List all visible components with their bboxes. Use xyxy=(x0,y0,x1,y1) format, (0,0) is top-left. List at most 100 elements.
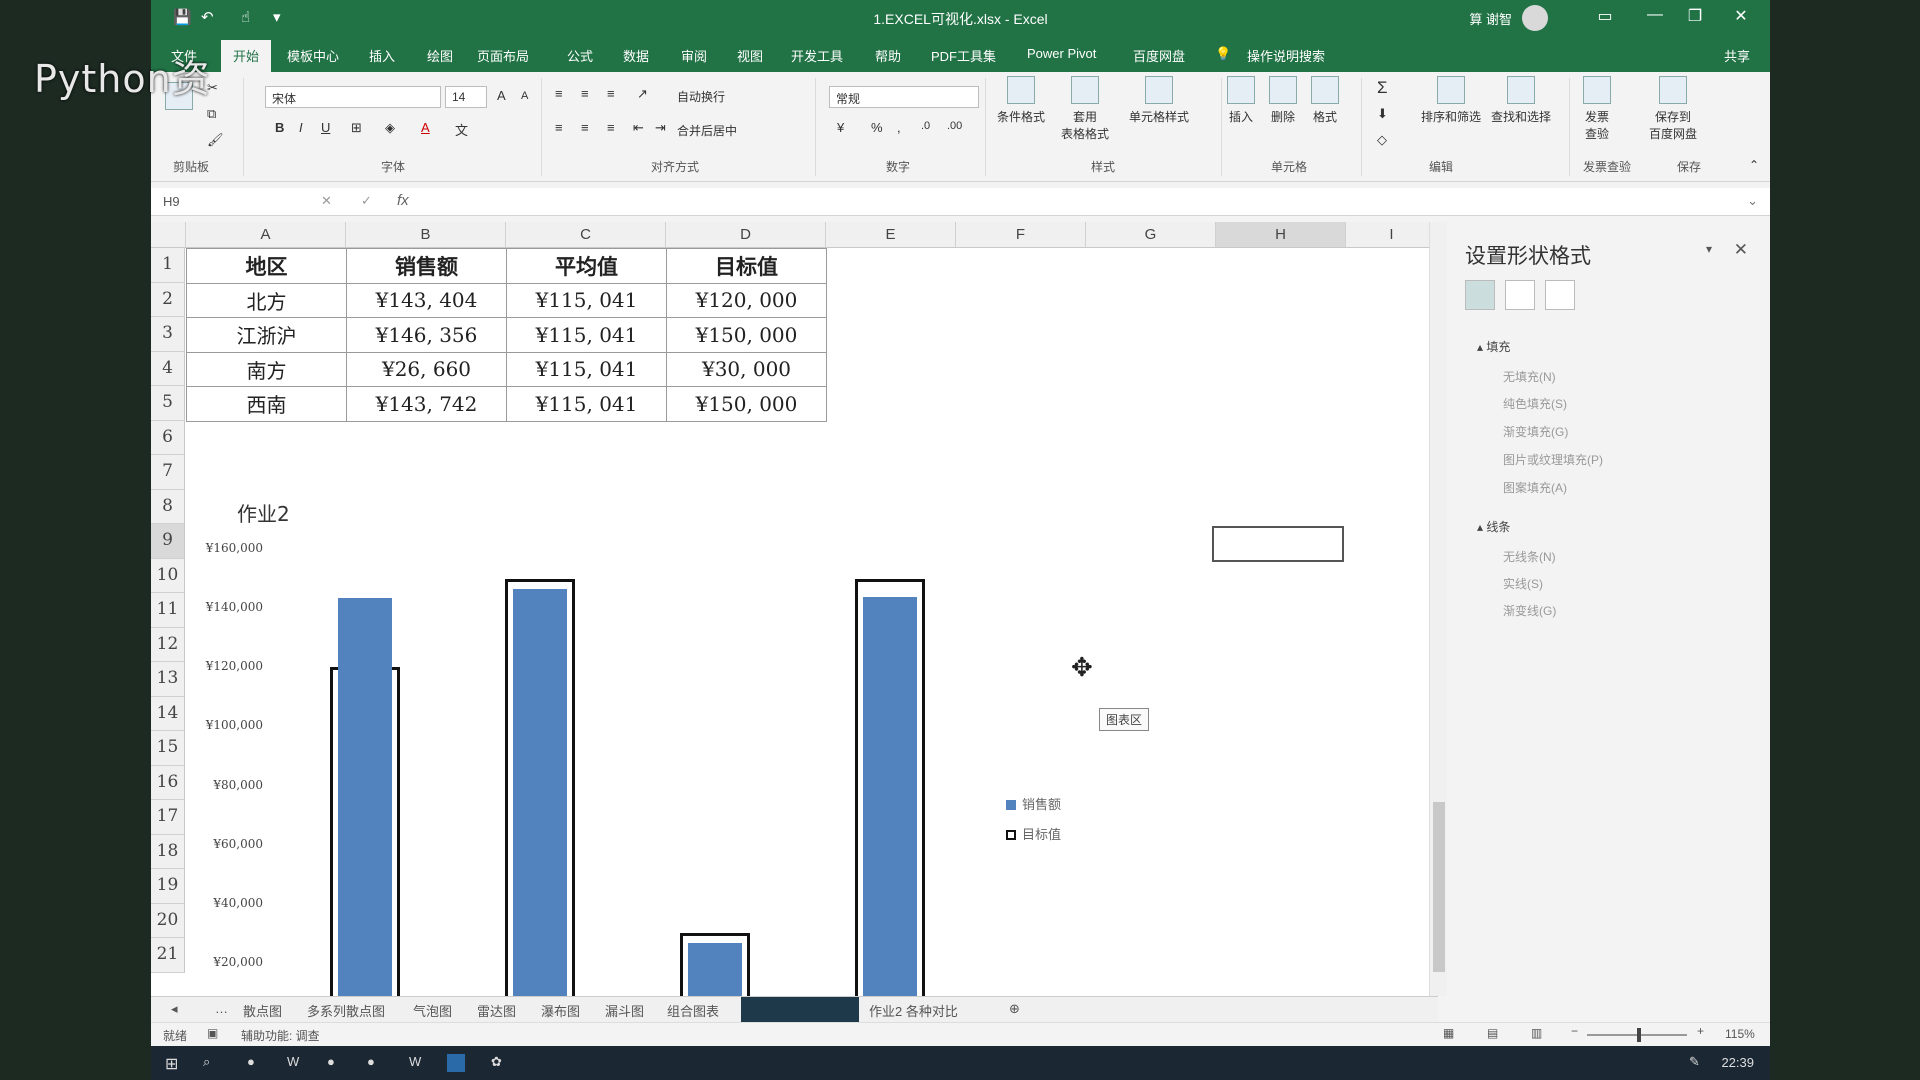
table-cell[interactable]: ¥150, 000 xyxy=(666,317,827,353)
taskbar-excel-icon[interactable] xyxy=(447,1054,465,1072)
size-properties-icon[interactable] xyxy=(1545,280,1575,310)
line-option[interactable]: 无线条(N) xyxy=(1503,548,1556,565)
increase-decimal-icon[interactable]: .0 xyxy=(921,120,930,132)
copy-icon[interactable]: ⧉ xyxy=(207,106,216,122)
normal-view-icon[interactable]: ▦ xyxy=(1443,1026,1454,1040)
table-format-button[interactable]: 套用 表格格式 xyxy=(1061,76,1109,142)
taskbar-app-icon[interactable]: W xyxy=(287,1054,305,1072)
vertical-scrollbar[interactable] xyxy=(1429,222,1447,996)
shrink-font-icon[interactable]: A xyxy=(521,90,528,102)
row-header[interactable]: 14 xyxy=(151,696,185,731)
add-sheet-icon[interactable]: ⊕ xyxy=(1009,1001,1020,1017)
taskbar-app-icon[interactable]: ● xyxy=(247,1054,265,1072)
line-option[interactable]: 渐变线(G) xyxy=(1503,602,1556,619)
row-header[interactable]: 15 xyxy=(151,731,185,766)
row-header[interactable]: 9 xyxy=(151,524,185,559)
legend-item-target[interactable]: 目标值 xyxy=(1006,824,1061,843)
grow-font-icon[interactable]: A xyxy=(497,88,506,103)
row-header[interactable]: 2 xyxy=(151,282,185,317)
scroll-thumb[interactable] xyxy=(1433,802,1445,972)
table-cell[interactable]: 南方 xyxy=(186,351,347,387)
taskbar-app-icon[interactable]: ✿ xyxy=(491,1054,509,1072)
section-fill[interactable]: ▴ 填充 xyxy=(1477,338,1510,355)
cell-style-button[interactable]: 单元格样式 xyxy=(1129,76,1189,125)
row-header[interactable]: 11 xyxy=(151,593,185,628)
collapse-ribbon-icon[interactable]: ⌃ xyxy=(1749,158,1759,172)
column-header-a[interactable]: A xyxy=(186,222,346,248)
table-header-cell[interactable]: 地区 xyxy=(186,248,347,284)
bold-button[interactable]: B xyxy=(275,120,284,135)
macro-record-icon[interactable]: ▣ xyxy=(207,1026,218,1040)
decrease-decimal-icon[interactable]: .00 xyxy=(947,120,962,132)
row-header[interactable]: 7 xyxy=(151,455,185,490)
row-header[interactable]: 12 xyxy=(151,627,185,662)
number-format-select[interactable]: 常规 xyxy=(829,86,979,108)
fill-option[interactable]: 纯色填充(S) xyxy=(1503,395,1567,412)
sheet-tab[interactable]: 瀑布图 xyxy=(541,1001,580,1020)
select-all-corner[interactable] xyxy=(151,222,186,248)
zoom-slider-thumb[interactable] xyxy=(1637,1028,1641,1042)
table-cell[interactable]: ¥146, 356 xyxy=(346,317,507,353)
zoom-in-icon[interactable]: + xyxy=(1697,1024,1704,1038)
minimize-icon[interactable]: — xyxy=(1640,6,1670,24)
table-cell[interactable]: ¥143, 742 xyxy=(346,386,507,422)
decrease-indent-icon[interactable]: ⇤ xyxy=(633,120,644,136)
search-icon[interactable]: ⌕ xyxy=(203,1054,221,1072)
selected-cell-h9[interactable] xyxy=(1212,526,1344,562)
align-right-icon[interactable]: ≡ xyxy=(607,120,615,135)
tell-me-search[interactable]: 操作说明搜索 xyxy=(1247,46,1325,65)
table-cell[interactable]: 江浙沪 xyxy=(186,317,347,353)
table-cell[interactable]: ¥115, 041 xyxy=(506,386,667,422)
tab-power-pivot[interactable]: Power Pivot xyxy=(1027,46,1096,61)
sales-table[interactable]: 地区 销售额 平均值 目标值 北方 ¥143, 404 ¥115, 041 ¥1… xyxy=(186,248,827,422)
table-cell[interactable]: ¥115, 041 xyxy=(506,317,667,353)
effects-icon[interactable] xyxy=(1505,280,1535,310)
row-header[interactable]: 10 xyxy=(151,558,185,593)
column-header-e[interactable]: E xyxy=(826,222,956,248)
invoice-check-button[interactable]: 发票 查验 xyxy=(1583,76,1611,142)
sheet-tab[interactable]: 组合图表 xyxy=(667,1001,719,1020)
row-header[interactable]: 18 xyxy=(151,834,185,869)
sheet-tab[interactable]: 漏斗图 xyxy=(605,1001,644,1020)
sheet-tab[interactable]: 气泡图 xyxy=(413,1001,452,1020)
font-name-select[interactable]: 宋体 xyxy=(265,86,441,108)
row-header[interactable]: 19 xyxy=(151,869,185,904)
align-left-icon[interactable]: ≡ xyxy=(555,120,563,135)
tab-home[interactable]: 开始 xyxy=(221,40,272,72)
sheet-tab[interactable]: 雷达图 xyxy=(477,1001,516,1020)
merge-center-button[interactable]: 合并后居中 xyxy=(677,122,737,139)
taskbar-app-icon[interactable]: ● xyxy=(327,1054,345,1072)
tab-pdf-tools[interactable]: PDF工具集 xyxy=(931,46,996,65)
underline-button[interactable]: U xyxy=(321,120,330,135)
prev-sheet-icon[interactable]: ◂ xyxy=(171,1001,178,1017)
fill-option[interactable]: 图片或纹理填充(P) xyxy=(1503,451,1603,468)
row-header[interactable]: 13 xyxy=(151,662,185,697)
table-cell[interactable]: ¥115, 041 xyxy=(506,282,667,318)
row-header[interactable]: 20 xyxy=(151,903,185,938)
percent-icon[interactable]: % xyxy=(871,120,883,135)
increase-indent-icon[interactable]: ⇥ xyxy=(655,120,666,136)
tab-formulas[interactable]: 公式 xyxy=(567,46,593,65)
insert-cells-button[interactable]: 插入 xyxy=(1227,76,1255,125)
row-header[interactable]: 16 xyxy=(151,765,185,800)
align-middle-icon[interactable]: ≡ xyxy=(581,86,589,101)
sort-filter-button[interactable]: 排序和筛选 xyxy=(1421,76,1481,125)
more-sheets-icon[interactable]: … xyxy=(215,1001,228,1016)
bar-sales-2[interactable] xyxy=(513,589,567,996)
column-header-i[interactable]: I xyxy=(1346,222,1438,248)
name-box[interactable]: H9 xyxy=(157,191,267,213)
close-icon[interactable]: ✕ xyxy=(1726,6,1756,26)
row-header[interactable]: 1 xyxy=(151,248,185,283)
sheet-tab[interactable]: 多系列散点图 xyxy=(307,1001,385,1020)
tab-baidu[interactable]: 百度网盘 xyxy=(1133,46,1185,65)
cancel-entry-icon[interactable]: ✕ xyxy=(321,193,332,209)
sheet-tab[interactable]: 散点图 xyxy=(243,1001,282,1020)
table-header-cell[interactable]: 销售额 xyxy=(346,248,507,284)
column-header-f[interactable]: F xyxy=(956,222,1086,248)
font-color-icon[interactable]: A xyxy=(421,120,430,135)
table-cell[interactable]: ¥150, 000 xyxy=(666,386,827,422)
insert-function-icon[interactable]: fx xyxy=(397,192,409,209)
table-cell[interactable]: ¥120, 000 xyxy=(666,282,827,318)
column-header-c[interactable]: C xyxy=(506,222,666,248)
tab-developer[interactable]: 开发工具 xyxy=(791,46,843,65)
